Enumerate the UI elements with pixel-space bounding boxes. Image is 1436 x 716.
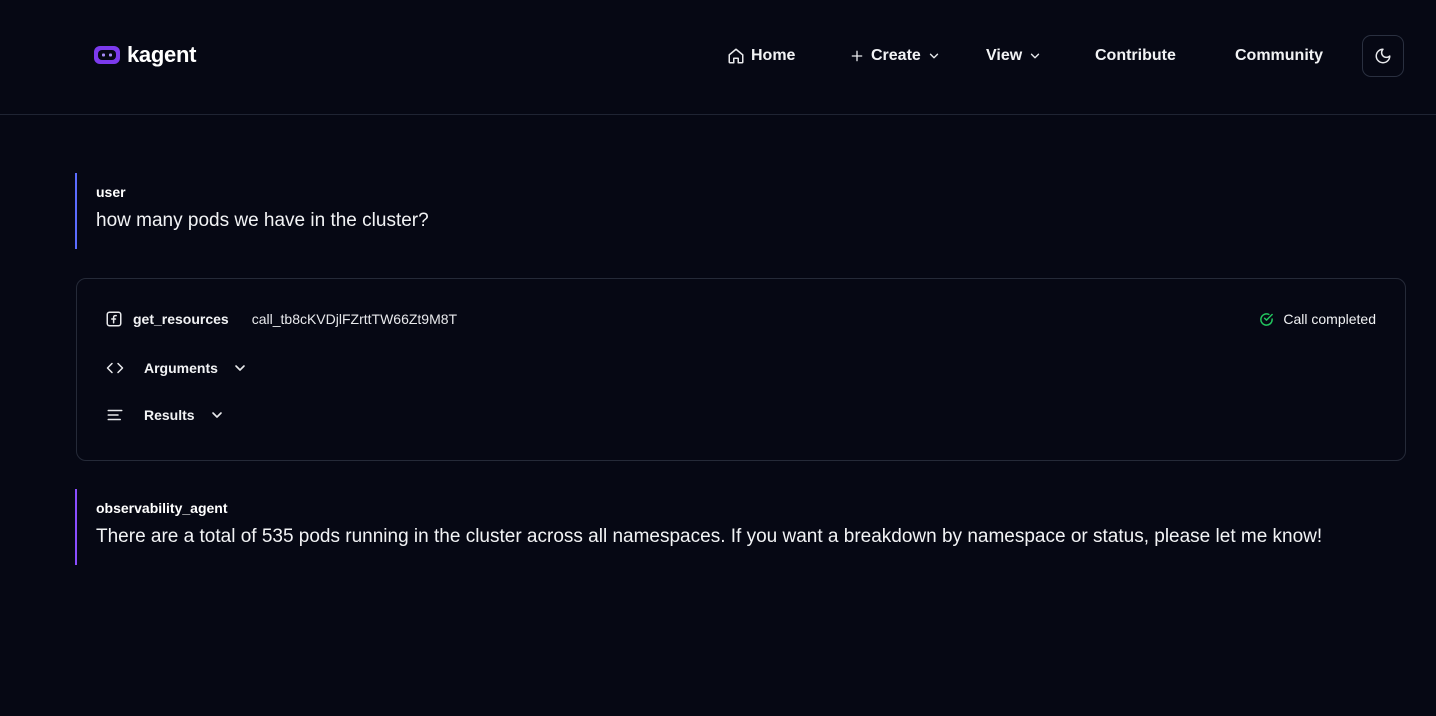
- arguments-toggle[interactable]: Arguments: [105, 357, 248, 379]
- nav-contribute-label: Contribute: [1095, 47, 1176, 64]
- home-icon: [728, 48, 744, 64]
- top-navbar: kagent Home Create View Contribute Commu…: [0, 0, 1436, 115]
- moon-icon: [1375, 48, 1391, 64]
- results-toggle[interactable]: Results: [105, 404, 225, 426]
- nav-community[interactable]: Community: [1235, 44, 1323, 68]
- check-circle-icon: [1260, 312, 1274, 326]
- tool-call-card: get_resources call_tb8cKVDjlFZrttTW66Zt9…: [76, 278, 1406, 461]
- chevron-down-icon: [235, 365, 245, 371]
- code-icon: [106, 362, 124, 374]
- call-status-label: Call completed: [1283, 311, 1376, 327]
- nav-contribute[interactable]: Contribute: [1095, 44, 1176, 68]
- arguments-label: Arguments: [144, 360, 218, 376]
- message-author: observability_agent: [96, 500, 228, 516]
- kagent-logo[interactable]: kagent: [93, 41, 196, 69]
- nav-community-label: Community: [1235, 47, 1323, 64]
- chevron-down-icon: [1030, 53, 1040, 59]
- nav-view[interactable]: View: [986, 44, 1042, 68]
- call-status: Call completed: [1259, 308, 1376, 330]
- chevron-down-icon: [929, 53, 939, 59]
- results-label: Results: [144, 407, 195, 423]
- tool-call-header: get_resources call_tb8cKVDjlFZrttTW66Zt9…: [105, 308, 457, 330]
- user-message: user how many pods we have in the cluste…: [75, 173, 675, 249]
- kagent-logo-icon: [94, 46, 120, 64]
- plus-icon: [851, 50, 863, 62]
- message-author: user: [96, 184, 126, 200]
- message-text: how many pods we have in the cluster?: [96, 210, 429, 231]
- theme-toggle-button[interactable]: [1362, 35, 1404, 77]
- brand-name: kagent: [127, 42, 197, 67]
- nav-home[interactable]: Home: [727, 44, 795, 68]
- message-text: There are a total of 535 pods running in…: [96, 526, 1323, 547]
- chevron-down-icon: [211, 412, 222, 418]
- function-icon: [106, 311, 122, 327]
- nav-create-label: Create: [871, 47, 921, 64]
- tool-name: get_resources: [133, 311, 229, 327]
- nav-create[interactable]: Create: [849, 44, 941, 68]
- call-id: call_tb8cKVDjlFZrttTW66Zt9M8T: [251, 311, 458, 327]
- agent-message: observability_agent There are a total of…: [75, 489, 1395, 565]
- nav-home-label: Home: [751, 47, 796, 64]
- nav-view-label: View: [986, 47, 1023, 64]
- text-align-left-icon: [107, 409, 123, 421]
